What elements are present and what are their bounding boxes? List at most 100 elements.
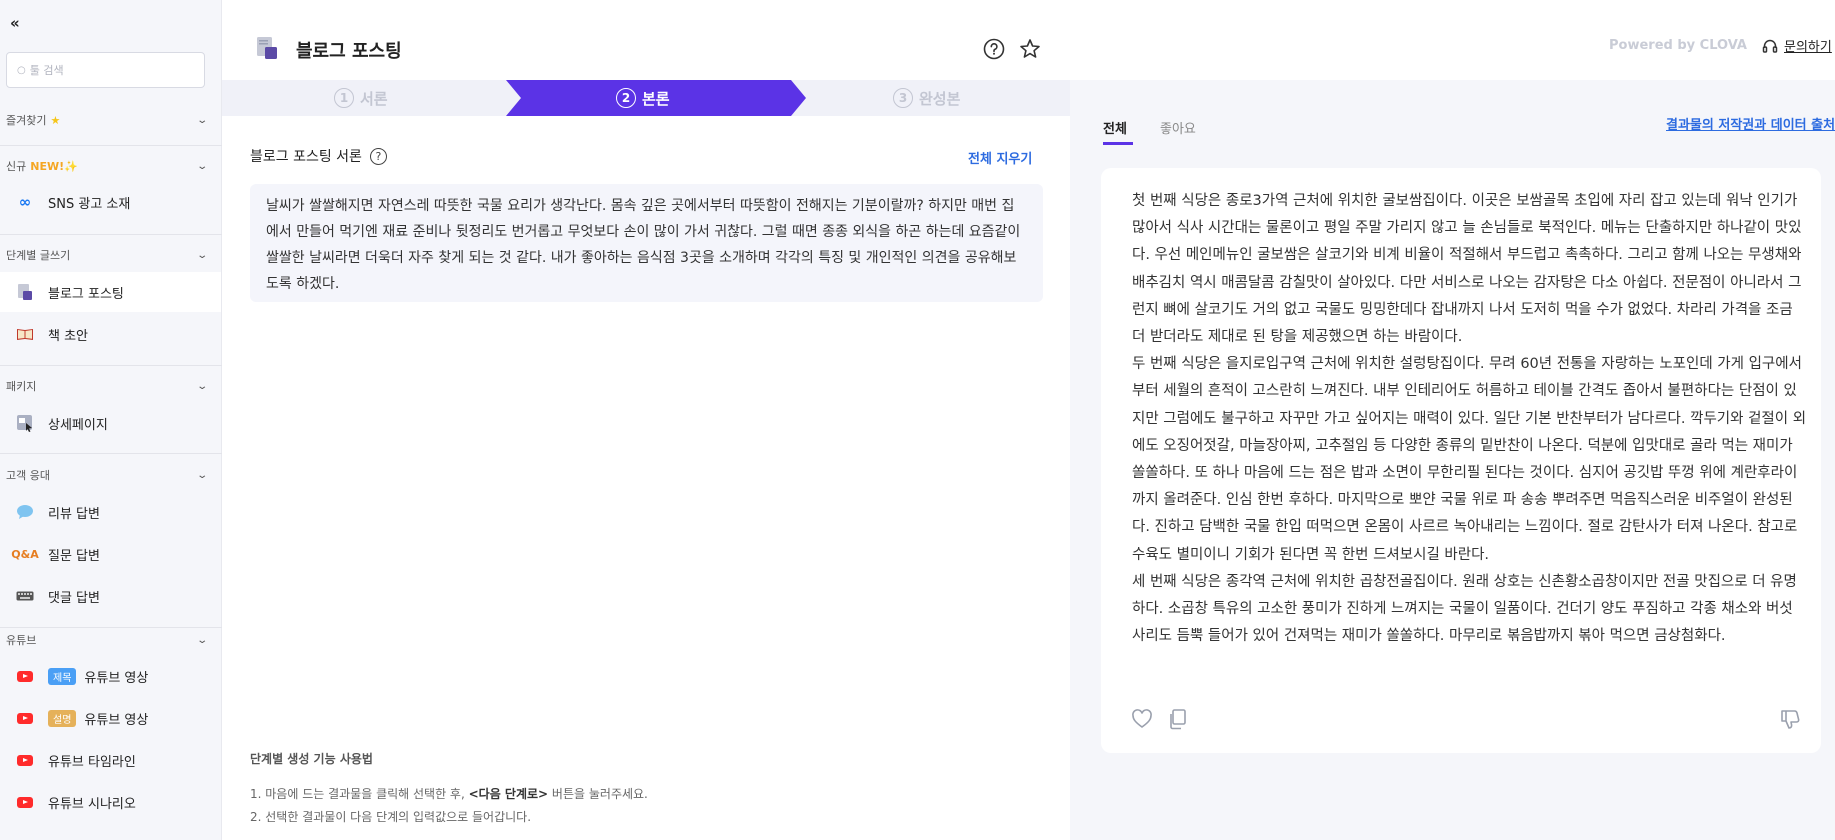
sidebar-item-yt-timeline[interactable]: 유튜브 타임라인 [0, 740, 221, 780]
copyright-link[interactable]: 결과물의 저작권과 데이터 출처 [1666, 114, 1835, 133]
sidebar-item-book-draft[interactable]: 책 초안 [0, 314, 221, 354]
help-icon[interactable] [983, 38, 1005, 60]
sidebar-item-label: 유튜브 시나리오 [48, 796, 136, 812]
sidebar-item-label: SNS 광고 소재 [48, 196, 131, 212]
sidebar: « ○ 툴 검색 즐겨찾기 ★ ⌄ 신규 NEW!✨ ⌄ ∞ SNS 광고 소재 단… [0, 0, 222, 840]
sidebar-item-yt-video-title[interactable]: 제목 유튜브 영상 [0, 656, 221, 696]
divider [0, 365, 222, 366]
new-badge: NEW! [30, 160, 65, 173]
input-panel: 블로그 포스팅 서론 ? 전체 지우기 날씨가 쌀쌀해지면 자연스레 따뜻한 국… [222, 116, 1070, 840]
section-package[interactable]: 패키지 ⌄ [6, 376, 208, 396]
copy-icon[interactable] [1167, 708, 1189, 730]
step-label: 완성본 [919, 89, 961, 108]
chevron-down-icon: ⌄ [195, 380, 208, 392]
header: 블로그 포스팅 Powered by CLOVA 문의하기 [222, 0, 1835, 80]
chevron-down-icon: ⌄ [195, 114, 208, 126]
search-icon: ○ [17, 64, 26, 76]
title-tag: 제목 [48, 667, 77, 685]
desc-tag: 설명 [48, 709, 77, 727]
chevron-down-icon: ⌄ [195, 469, 208, 481]
contact-label: 문의하기 [1784, 40, 1832, 55]
chevron-down-icon: ⌄ [195, 249, 208, 261]
step-3[interactable]: 3 완성본 [893, 80, 960, 116]
star-icon: ★ [50, 114, 61, 127]
sidebar-item-label: 질문 답변 [48, 548, 100, 564]
section-package-label: 패키지 [6, 380, 37, 393]
sidebar-item-label: 책 초안 [48, 328, 89, 344]
sparkle-icon: ✨ [64, 160, 78, 173]
divider [0, 234, 222, 235]
section-customer[interactable]: 고객 응대 ⌄ [6, 465, 208, 485]
result-text: 첫 번째 식당은 종로3가역 근처에 위치한 굴보쌈집이다. 이곳은 보쌈골목 … [1132, 188, 1807, 650]
youtube-icon [14, 796, 36, 808]
star-icon[interactable] [1019, 38, 1041, 60]
sidebar-item-label: 유튜브 타임라인 [48, 754, 136, 770]
intro-title-text: 블로그 포스팅 서론 [250, 149, 362, 165]
section-favorites-label: 즐겨찾기 [6, 114, 47, 127]
howto-title: 단계별 생성 기능 사용법 [250, 752, 373, 766]
clear-all-button[interactable]: 전체 지우기 [968, 148, 1032, 167]
sidebar-item-yt-video-desc[interactable]: 설명 유튜브 영상 [0, 698, 221, 738]
sidebar-item-review-reply[interactable]: 리뷰 답변 [0, 492, 221, 532]
result-paragraph: 세 번째 식당은 종각역 근처에 위치한 곱창전골집이다. 원래 상호는 신촌황… [1132, 573, 1797, 645]
chevron-down-icon: ⌄ [195, 160, 208, 172]
sidebar-item-comment-reply[interactable]: 댓글 답변 [0, 576, 221, 616]
help-icon[interactable]: ? [369, 147, 387, 165]
collapse-sidebar-icon[interactable]: « [10, 14, 20, 32]
step-progress-bar: 1 서론 2 본론 3 완성본 [222, 80, 1070, 116]
step-2[interactable]: 2 본론 [616, 80, 670, 116]
youtube-icon [14, 712, 36, 724]
sidebar-item-blog-post[interactable]: 블로그 포스팅 [0, 272, 221, 312]
youtube-icon [14, 670, 36, 682]
step-1[interactable]: 1 서론 [334, 80, 388, 116]
section-steps-label: 단계별 글쓰기 [6, 249, 71, 262]
section-youtube[interactable]: 유튜브 ⌄ [6, 630, 208, 650]
tab-likes[interactable]: 좋아요 [1160, 118, 1196, 137]
section-new[interactable]: 신규 NEW!✨ ⌄ [6, 156, 208, 176]
tab-all[interactable]: 전체 [1103, 118, 1127, 137]
keyboard-icon [14, 591, 36, 601]
qa-icon: Q&A [11, 547, 39, 561]
divider [0, 453, 222, 454]
howto-text: 버튼을 눌러주세요. [548, 787, 648, 801]
active-tab-indicator [1103, 142, 1133, 145]
result-card[interactable]: 첫 번째 식당은 종로3가역 근처에 위치한 굴보쌈집이다. 이곳은 보쌈골목 … [1101, 168, 1821, 753]
result-paragraph: 첫 번째 식당은 종로3가역 근처에 위치한 굴보쌈집이다. 이곳은 보쌈골목 … [1132, 193, 1802, 346]
document-icon [14, 283, 36, 301]
step-label: 본론 [642, 89, 670, 108]
step-number: 2 [616, 88, 636, 108]
step-number: 3 [893, 88, 913, 108]
section-steps[interactable]: 단계별 글쓰기 ⌄ [6, 245, 208, 265]
heart-icon[interactable] [1131, 708, 1153, 730]
section-new-label: 신규 [6, 160, 27, 173]
headset-icon [1762, 39, 1778, 53]
divider [0, 145, 222, 146]
result-paragraph: 두 번째 식당은 을지로입구역 근처에 위치한 설렁탕집이다. 무려 60년 전… [1132, 356, 1807, 563]
step-number: 1 [334, 88, 354, 108]
sidebar-item-detail-page[interactable]: 상세페이지 [0, 403, 221, 443]
intro-text-box[interactable]: 날씨가 쌀쌀해지면 자연스레 따뜻한 국물 요리가 생각난다. 몸속 깊은 곳에… [250, 184, 1043, 302]
youtube-icon [14, 754, 36, 766]
sidebar-item-label: 유튜브 영상 [84, 712, 149, 728]
chevron-down-icon: ⌄ [195, 634, 208, 646]
section-favorites[interactable]: 즐겨찾기 ★ ⌄ [6, 110, 208, 130]
next-step-label: <다음 단계로> [468, 787, 549, 801]
howto-step-1: 1. 마음에 드는 결과물을 클릭해 선택한 후, <다음 단계로> 버튼을 눌… [250, 785, 648, 802]
sidebar-item-yt-scenario[interactable]: 유튜브 시나리오 [0, 782, 221, 822]
thumbs-down-icon[interactable] [1779, 708, 1801, 730]
howto-step-2: 2. 선택한 결과물이 다음 단계의 입력값으로 들어갑니다. [250, 810, 532, 824]
speech-bubble-icon [14, 504, 36, 520]
section-customer-label: 고객 응대 [6, 469, 50, 482]
contact-link[interactable]: 문의하기 [1762, 36, 1832, 55]
tool-search-input[interactable]: ○ 툴 검색 [6, 52, 205, 88]
sidebar-item-label: 리뷰 답변 [48, 506, 100, 522]
document-icon [257, 37, 277, 59]
detail-page-icon [14, 414, 36, 432]
book-icon [14, 327, 36, 341]
search-placeholder: 툴 검색 [29, 64, 64, 77]
sidebar-item-sns-ad[interactable]: ∞ SNS 광고 소재 [0, 182, 221, 222]
sidebar-item-qa-reply[interactable]: Q&A 질문 답변 [0, 534, 221, 574]
howto-text: 1. 마음에 드는 결과물을 클릭해 선택한 후, [250, 787, 469, 801]
sidebar-item-label: 유튜브 영상 [84, 670, 149, 686]
sidebar-item-label: 상세페이지 [48, 417, 108, 433]
